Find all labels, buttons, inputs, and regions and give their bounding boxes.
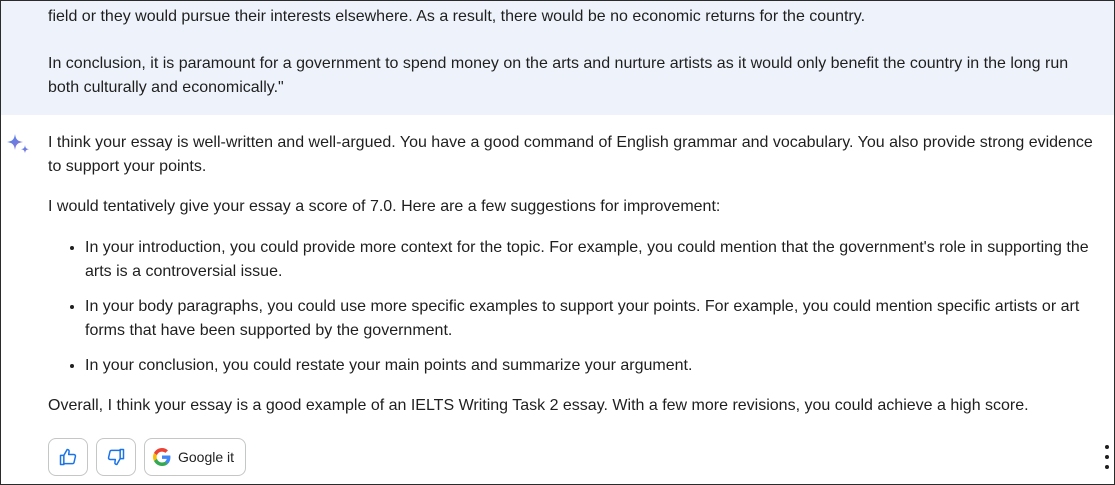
response-paragraph: I think your essay is well-written and w… <box>48 134 1093 175</box>
google-logo-icon <box>153 448 171 466</box>
user-message-line: In conclusion, it is paramount for a gov… <box>48 55 1069 96</box>
more-vertical-icon <box>1105 445 1109 449</box>
sparkle-icon <box>7 134 29 154</box>
more-options-button[interactable] <box>1103 445 1111 469</box>
list-item: In your introduction, you could provide … <box>85 235 1098 284</box>
google-it-label: Google it <box>178 449 235 465</box>
response-actions: Google it <box>48 438 247 478</box>
response-paragraph: Overall, I think your essay is a good ex… <box>48 397 1029 414</box>
more-vertical-icon <box>1105 455 1109 459</box>
user-message-line: field or they would pursue their interes… <box>48 8 866 25</box>
user-message-text: field or they would pursue their interes… <box>48 5 1098 100</box>
list-item: In your conclusion, you could restate yo… <box>85 353 1098 378</box>
thumbs-down-icon <box>107 448 125 466</box>
user-message: field or they would pursue their interes… <box>1 1 1114 115</box>
more-vertical-icon <box>1105 465 1109 469</box>
thumbs-up-button[interactable] <box>48 438 88 476</box>
assistant-response: I think your essay is well-written and w… <box>48 131 1098 434</box>
response-paragraph: I would tentatively give your essay a sc… <box>48 198 721 215</box>
google-it-button[interactable]: Google it <box>144 438 247 476</box>
chat-window: field or they would pursue their interes… <box>0 0 1115 485</box>
suggestion-list: In your introduction, you could provide … <box>48 235 1098 378</box>
list-item: In your body paragraphs, you could use m… <box>85 294 1098 343</box>
thumbs-up-icon <box>59 448 77 466</box>
thumbs-down-button[interactable] <box>96 438 136 476</box>
